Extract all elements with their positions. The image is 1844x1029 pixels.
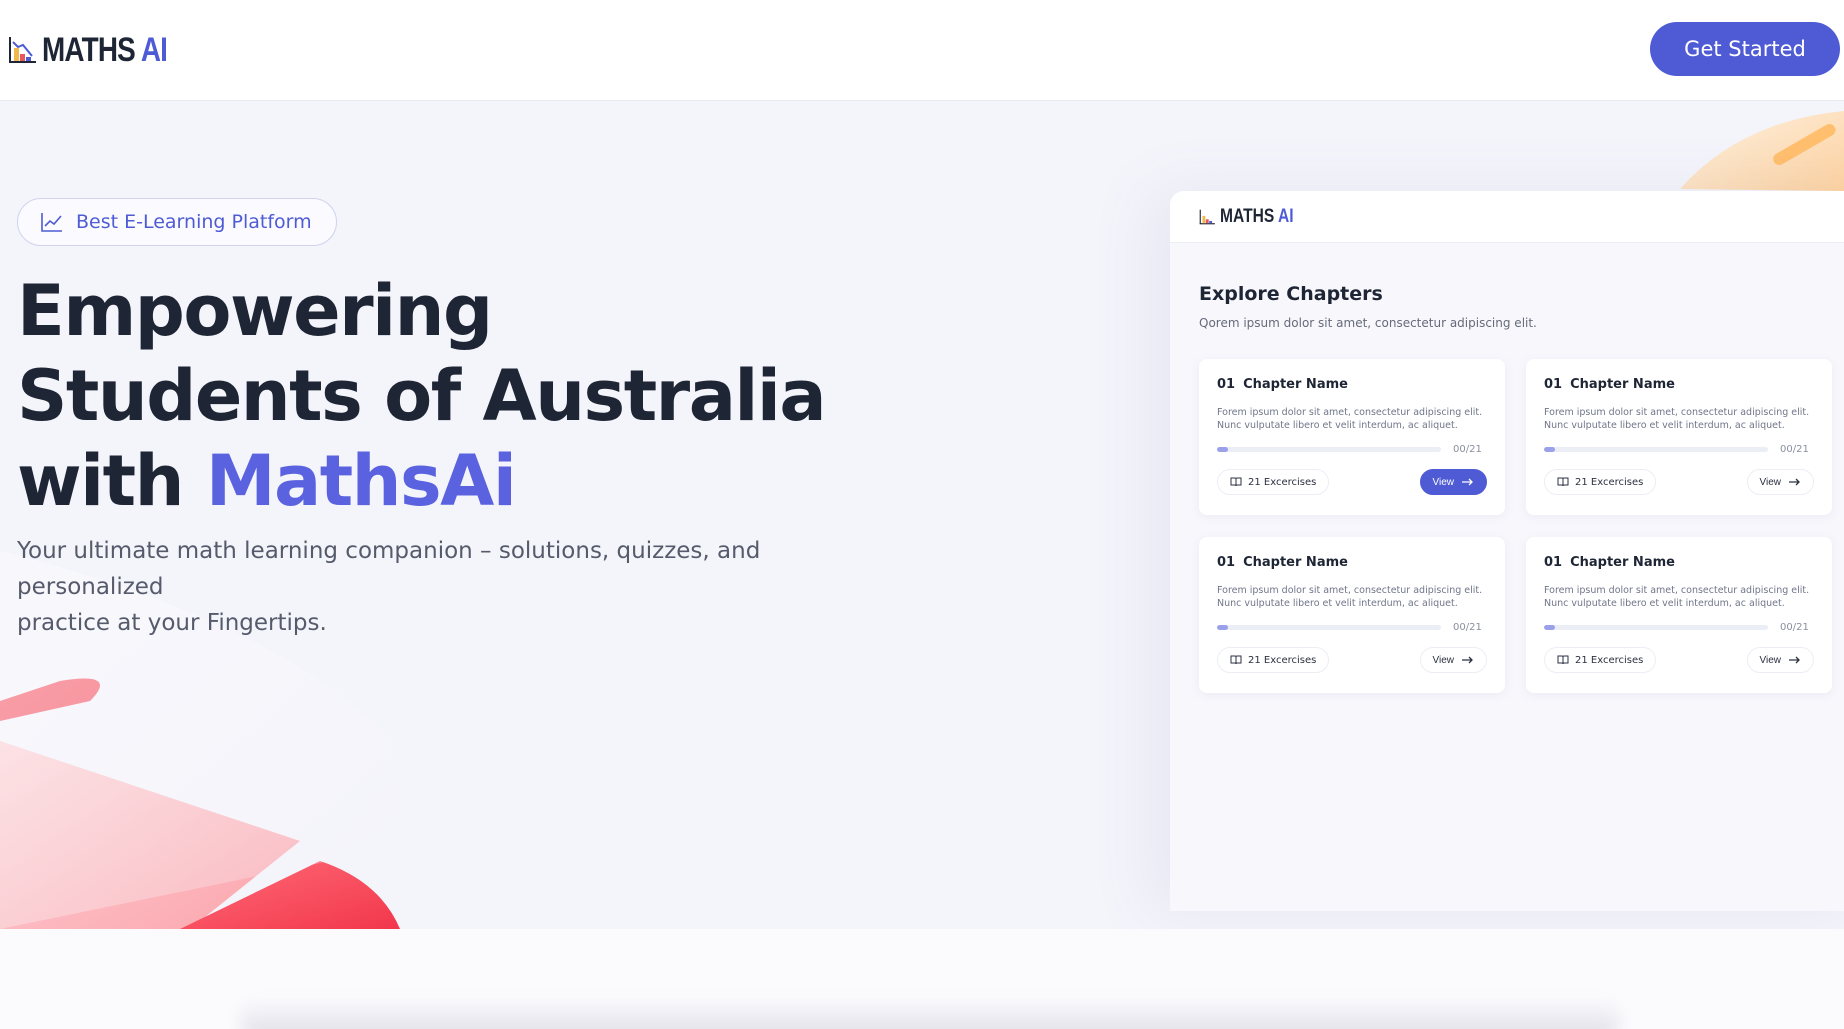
arrow-right-icon bbox=[1789, 656, 1800, 664]
logo-chart-icon bbox=[9, 37, 36, 63]
explore-chapters-title: Explore Chapters bbox=[1199, 283, 1383, 305]
hero-subtext: Your ultimate math learning companion – … bbox=[17, 533, 777, 641]
chapter-number: 01 bbox=[1544, 555, 1563, 570]
chapter-number: 01 bbox=[1217, 377, 1236, 392]
explore-chapters-subtitle: Qorem ipsum dolor sit amet, consectetur … bbox=[1199, 316, 1537, 330]
view-label: View bbox=[1432, 476, 1455, 488]
progress-count: 00/21 bbox=[1780, 622, 1809, 633]
chapter-footer: 21 Excercises View bbox=[1217, 647, 1487, 673]
chapter-card[interactable]: 01 Chapter Name Forem ipsum dolor sit am… bbox=[1199, 359, 1505, 515]
trend-chart-icon bbox=[41, 213, 62, 232]
get-started-button[interactable]: Get Started bbox=[1650, 22, 1840, 76]
chapter-description: Forem ipsum dolor sit amet, consectetur … bbox=[1217, 407, 1483, 431]
chapter-progress: 00/21 bbox=[1544, 444, 1814, 455]
chapter-heading: 01 Chapter Name bbox=[1217, 555, 1487, 570]
top-nav: MATHS AI Get Started bbox=[0, 0, 1844, 101]
chapter-heading: 01 Chapter Name bbox=[1544, 377, 1814, 392]
exercises-pill: 21 Excercises bbox=[1217, 647, 1330, 673]
logo-text: MATHS AI bbox=[42, 30, 168, 69]
progress-track bbox=[1544, 447, 1768, 452]
exercises-pill: 21 Excercises bbox=[1544, 647, 1657, 673]
chapter-name: Chapter Name bbox=[1570, 555, 1675, 570]
progress-track bbox=[1544, 625, 1768, 630]
chapter-footer: 21 Excercises View bbox=[1544, 647, 1814, 673]
headline-line-1: Empowering bbox=[17, 270, 493, 352]
book-icon bbox=[1230, 477, 1242, 487]
view-chapter-button[interactable]: View bbox=[1419, 469, 1487, 495]
chapter-progress: 00/21 bbox=[1217, 444, 1487, 455]
chapter-heading: 01 Chapter Name bbox=[1544, 555, 1814, 570]
view-label: View bbox=[1432, 654, 1455, 666]
arrow-right-icon bbox=[1462, 478, 1473, 486]
exercises-pill: 21 Excercises bbox=[1217, 469, 1330, 495]
progress-fill bbox=[1544, 625, 1556, 630]
preview-logo-icon bbox=[1199, 209, 1215, 224]
progress-fill bbox=[1217, 447, 1229, 452]
hero-headline: Empowering Students of Australia with Ma… bbox=[17, 269, 827, 524]
progress-count: 00/21 bbox=[1453, 444, 1482, 455]
progress-fill bbox=[1217, 625, 1229, 630]
headline-accent: MathsAi bbox=[205, 440, 517, 522]
view-label: View bbox=[1759, 476, 1782, 488]
section-shadow bbox=[240, 1000, 1620, 1029]
badge-label: Best E-Learning Platform bbox=[76, 211, 312, 233]
chapter-progress: 00/21 bbox=[1544, 622, 1814, 633]
progress-count: 00/21 bbox=[1780, 444, 1809, 455]
progress-track bbox=[1217, 447, 1441, 452]
progress-count: 00/21 bbox=[1453, 622, 1482, 633]
arrow-right-icon bbox=[1462, 656, 1473, 664]
book-icon bbox=[1230, 655, 1242, 665]
chapter-card[interactable]: 01 Chapter Name Forem ipsum dolor sit am… bbox=[1526, 537, 1832, 693]
preview-header: MATHS AI bbox=[1170, 191, 1844, 243]
progress-fill bbox=[1544, 447, 1556, 452]
chapter-name: Chapter Name bbox=[1570, 377, 1675, 392]
book-icon bbox=[1557, 477, 1569, 487]
book-icon bbox=[1557, 655, 1569, 665]
chapter-progress: 00/21 bbox=[1217, 622, 1487, 633]
view-label: View bbox=[1759, 654, 1782, 666]
view-chapter-button[interactable]: View bbox=[1746, 647, 1814, 673]
chapter-card[interactable]: 01 Chapter Name Forem ipsum dolor sit am… bbox=[1199, 537, 1505, 693]
logo[interactable]: MATHS AI bbox=[6, 30, 195, 70]
chapter-description: Forem ipsum dolor sit amet, consectetur … bbox=[1544, 585, 1810, 609]
arrow-right-icon bbox=[1789, 478, 1800, 486]
exercises-count: 21 Excercises bbox=[1248, 476, 1317, 488]
preview-logo-text: MATHS AI bbox=[1220, 205, 1294, 227]
chapter-heading: 01 Chapter Name bbox=[1217, 377, 1487, 392]
chapter-footer: 21 Excercises View bbox=[1544, 469, 1814, 495]
chapter-footer: 21 Excercises View bbox=[1217, 469, 1487, 495]
chapter-number: 01 bbox=[1544, 377, 1563, 392]
dashboard-preview: MATHS AI Explore Chapters Qorem ipsum do… bbox=[1170, 191, 1844, 911]
chapter-name: Chapter Name bbox=[1243, 555, 1348, 570]
chapter-card[interactable]: 01 Chapter Name Forem ipsum dolor sit am… bbox=[1526, 359, 1832, 515]
headline-line-3: with bbox=[17, 440, 206, 522]
chapter-description: Forem ipsum dolor sit amet, consectetur … bbox=[1217, 585, 1483, 609]
platform-badge: Best E-Learning Platform bbox=[17, 198, 337, 246]
subtext-line-1: Your ultimate math learning companion – … bbox=[17, 538, 761, 600]
hero-section: Best E-Learning Platform Empowering Stud… bbox=[0, 101, 1844, 929]
progress-track bbox=[1217, 625, 1441, 630]
view-chapter-button[interactable]: View bbox=[1746, 469, 1814, 495]
subtext-line-2: practice at your Fingertips. bbox=[17, 610, 327, 636]
chapter-name: Chapter Name bbox=[1243, 377, 1348, 392]
exercises-count: 21 Excercises bbox=[1575, 476, 1644, 488]
headline-line-2: Students of Australia bbox=[17, 355, 827, 437]
exercises-count: 21 Excercises bbox=[1575, 654, 1644, 666]
chapter-description: Forem ipsum dolor sit amet, consectetur … bbox=[1544, 407, 1810, 431]
view-chapter-button[interactable]: View bbox=[1419, 647, 1487, 673]
exercises-count: 21 Excercises bbox=[1248, 654, 1317, 666]
exercises-pill: 21 Excercises bbox=[1544, 469, 1657, 495]
chapter-number: 01 bbox=[1217, 555, 1236, 570]
